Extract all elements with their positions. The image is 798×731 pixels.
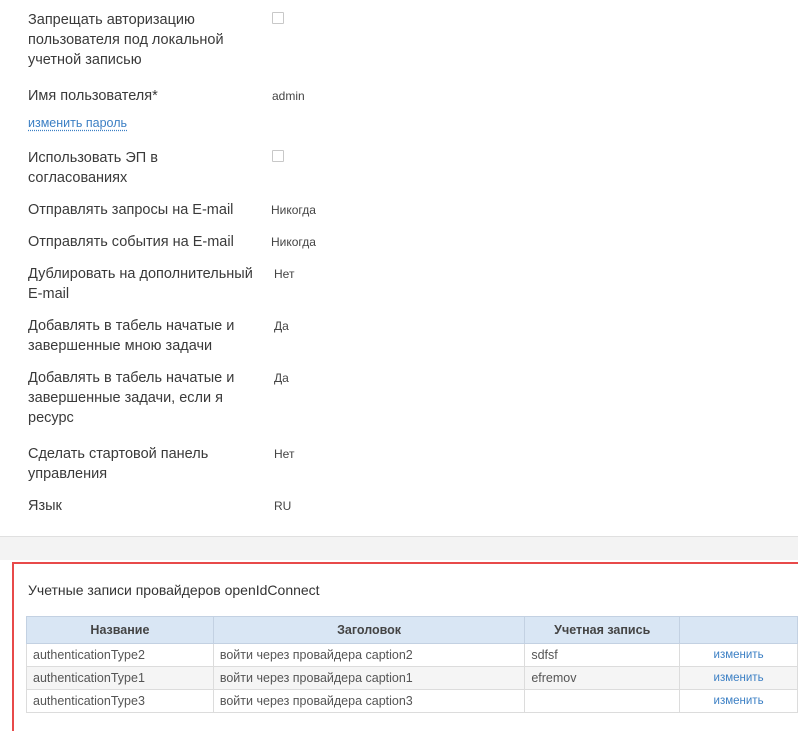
column-header-account[interactable]: Учетная запись: [524, 616, 681, 644]
oidc-accounts-table: Название Заголовок Учетная запись authen…: [26, 616, 798, 713]
edit-link[interactable]: изменить: [679, 689, 798, 713]
setting-label: Добавлять в табель начатые и завершенные…: [28, 318, 235, 354]
cell-name: authenticationType1: [26, 666, 214, 690]
setting-label: Отправлять запросы на E-mail: [28, 202, 234, 218]
language-value[interactable]: RU: [274, 496, 291, 516]
forbid-local-auth-checkbox[interactable]: [272, 12, 284, 24]
table-row[interactable]: authenticationType1 войти через провайде…: [26, 666, 798, 690]
column-header-actions: [679, 616, 798, 644]
change-password-link[interactable]: изменить пароль: [28, 116, 127, 130]
username-value: admin: [272, 89, 305, 103]
column-header-caption[interactable]: Заголовок: [212, 616, 526, 644]
cell-account: efremov: [524, 666, 681, 690]
setting-label: Запрещать авторизацию пользователя под л…: [28, 12, 224, 68]
edit-link[interactable]: изменить: [679, 643, 798, 667]
cell-caption: войти через провайдера caption3: [212, 689, 526, 713]
setting-label: Дублировать на дополнительный E-mail: [28, 266, 253, 302]
cell-caption: войти через провайдера caption2: [212, 643, 526, 667]
setting-label: Имя пользователя*: [28, 88, 158, 104]
user-settings-form: Запрещать авторизацию пользователя под л…: [0, 0, 798, 536]
cell-account: sdfsf: [524, 643, 681, 667]
add-started-by-me-value[interactable]: Да: [274, 316, 289, 336]
setting-label: Сделать стартовой панель управления: [28, 446, 209, 482]
send-requests-value[interactable]: Никогда: [271, 200, 316, 220]
oidc-panel-title: Учетные записи провайдеров openIdConnect: [28, 582, 320, 598]
start-panel-value[interactable]: Нет: [274, 444, 294, 464]
oidc-accounts-panel: Учетные записи провайдеров openIdConnect…: [12, 562, 798, 731]
duplicate-email-value[interactable]: Нет: [274, 264, 294, 284]
send-events-value[interactable]: Никогда: [271, 232, 316, 252]
add-started-if-resource-value[interactable]: Да: [274, 368, 289, 388]
column-header-name[interactable]: Название: [26, 616, 214, 644]
setting-label: Отправлять события на E-mail: [28, 234, 234, 250]
setting-label: Использовать ЭП в согласованиях: [28, 150, 158, 186]
setting-label: Язык: [28, 498, 62, 514]
cell-name: authenticationType3: [26, 689, 214, 713]
edit-link[interactable]: изменить: [679, 666, 798, 690]
table-row[interactable]: authenticationType2 войти через провайде…: [26, 643, 798, 667]
cell-account: [524, 689, 681, 713]
table-header-row: Название Заголовок Учетная запись: [26, 616, 798, 644]
cell-caption: войти через провайдера caption1: [212, 666, 526, 690]
section-divider: [0, 536, 798, 560]
table-row[interactable]: authenticationType3 войти через провайде…: [26, 689, 798, 713]
setting-label: Добавлять в табель начатые и завершенные…: [28, 370, 235, 426]
cell-name: authenticationType2: [26, 643, 214, 667]
use-ep-checkbox[interactable]: [272, 150, 284, 162]
